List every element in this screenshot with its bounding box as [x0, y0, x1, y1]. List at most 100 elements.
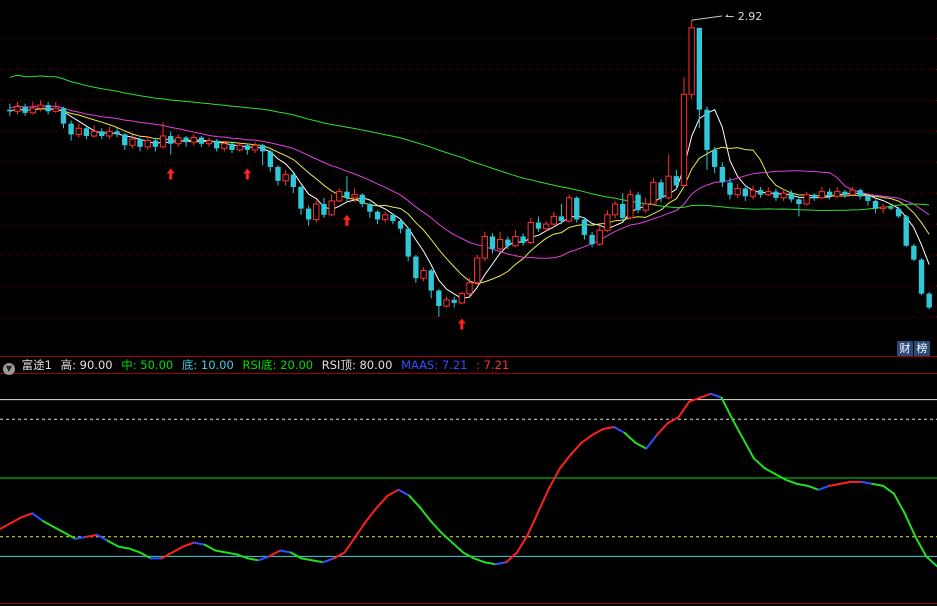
rsi-segment [462, 551, 475, 560]
candle-body [719, 166, 725, 183]
rsi-segment [882, 484, 895, 495]
candle-body [589, 234, 595, 245]
ranking-button[interactable]: 榜 [914, 341, 930, 356]
rsi-segment [591, 428, 605, 436]
candle-body [604, 214, 611, 231]
moving-average-lines [9, 74, 930, 300]
candle-body [114, 131, 120, 135]
rsi-segment [537, 486, 551, 513]
candle-body [428, 270, 434, 291]
candle-body [673, 176, 680, 186]
candle-body [796, 199, 802, 204]
candle-body [865, 196, 871, 201]
indicator-name[interactable]: 富途1 [22, 358, 52, 372]
candle-body [458, 293, 466, 304]
rsi-segment [386, 488, 400, 497]
rsi-segment [268, 549, 282, 558]
rsi-segment [892, 492, 906, 515]
rsi-segment [634, 441, 648, 450]
candle-body [229, 143, 235, 150]
legend-low: 底: 10.00 [181, 358, 234, 372]
candle-body [313, 203, 320, 220]
candle-body [420, 269, 427, 279]
candle-body [826, 191, 833, 197]
candle-body [451, 299, 457, 303]
candle-body [382, 214, 389, 220]
candle-body [911, 245, 917, 260]
candle-body [236, 144, 243, 151]
legend-rsi-top: RSI顶: 80.00 [321, 358, 393, 372]
side-button-group: 财榜 [897, 341, 931, 356]
candle-body [680, 93, 688, 186]
candle-body [298, 187, 304, 209]
candle-body [635, 194, 641, 211]
rsi-segment [709, 392, 723, 399]
candle-body [496, 239, 504, 250]
candle-body [122, 134, 128, 146]
rsi-segment [106, 539, 120, 548]
candle-body [190, 137, 197, 143]
candle-body [765, 191, 772, 196]
candle-body [106, 130, 113, 137]
rsi-segment [289, 551, 303, 560]
rsi-segment [128, 547, 142, 554]
ma20-line [9, 105, 930, 259]
candle-body [581, 219, 588, 235]
candle-body [282, 174, 289, 182]
candle-body [168, 136, 174, 144]
candle-body [542, 223, 550, 230]
candle-body [14, 106, 21, 112]
candle-body [527, 222, 534, 244]
candle-body [336, 191, 343, 202]
candle-body [244, 145, 251, 150]
rsi-segment [451, 541, 465, 554]
candle-body [137, 139, 143, 147]
candle-body [68, 123, 74, 135]
candle-body [788, 193, 794, 200]
candle-body [642, 203, 649, 211]
candle-body [275, 166, 281, 181]
candle-body [29, 107, 36, 114]
rsi-segment [839, 480, 852, 485]
candle-body [565, 197, 573, 222]
candle-body [903, 216, 909, 246]
peak-price-label: ↼ 2.92 [725, 10, 763, 23]
rsi-segment [752, 457, 766, 470]
candle-body [757, 190, 764, 195]
rsi-segment [95, 533, 109, 542]
candle-body [99, 131, 105, 136]
rsi-segment [612, 426, 626, 434]
rsi-segment [505, 551, 518, 564]
collapse-chevron-icon[interactable]: ▼ [3, 363, 15, 375]
rsi-segment [160, 551, 174, 560]
rsi-segment [720, 396, 734, 421]
signal-arrow-icon [166, 168, 175, 180]
candle-body [52, 107, 59, 112]
rsi-segment [602, 426, 615, 430]
candlestick-series [7, 20, 932, 317]
candle-body [803, 194, 810, 205]
finance-button[interactable]: 财 [897, 341, 913, 356]
candle-body [466, 282, 473, 295]
rsi-segment [20, 512, 34, 519]
rsi-segment [903, 512, 917, 538]
rsi-segment [515, 533, 529, 554]
candle-body [658, 182, 664, 198]
rsi-segment [494, 561, 508, 566]
candle-body [413, 256, 419, 279]
candle-body [704, 109, 710, 150]
candle-body [267, 151, 273, 167]
rsi-segment [0, 522, 12, 530]
rsi-segment [85, 533, 98, 538]
candle-body [473, 257, 481, 284]
candle-body [436, 290, 442, 306]
rsi-segment [785, 478, 798, 485]
rsi-segment [192, 541, 206, 546]
candle-body [83, 128, 90, 136]
candle-body [443, 299, 450, 307]
candle-body [481, 235, 489, 259]
candle-body [742, 188, 748, 197]
rsi-segment [203, 543, 217, 552]
rsi-segment [569, 441, 583, 456]
rsi-segment [666, 416, 680, 425]
